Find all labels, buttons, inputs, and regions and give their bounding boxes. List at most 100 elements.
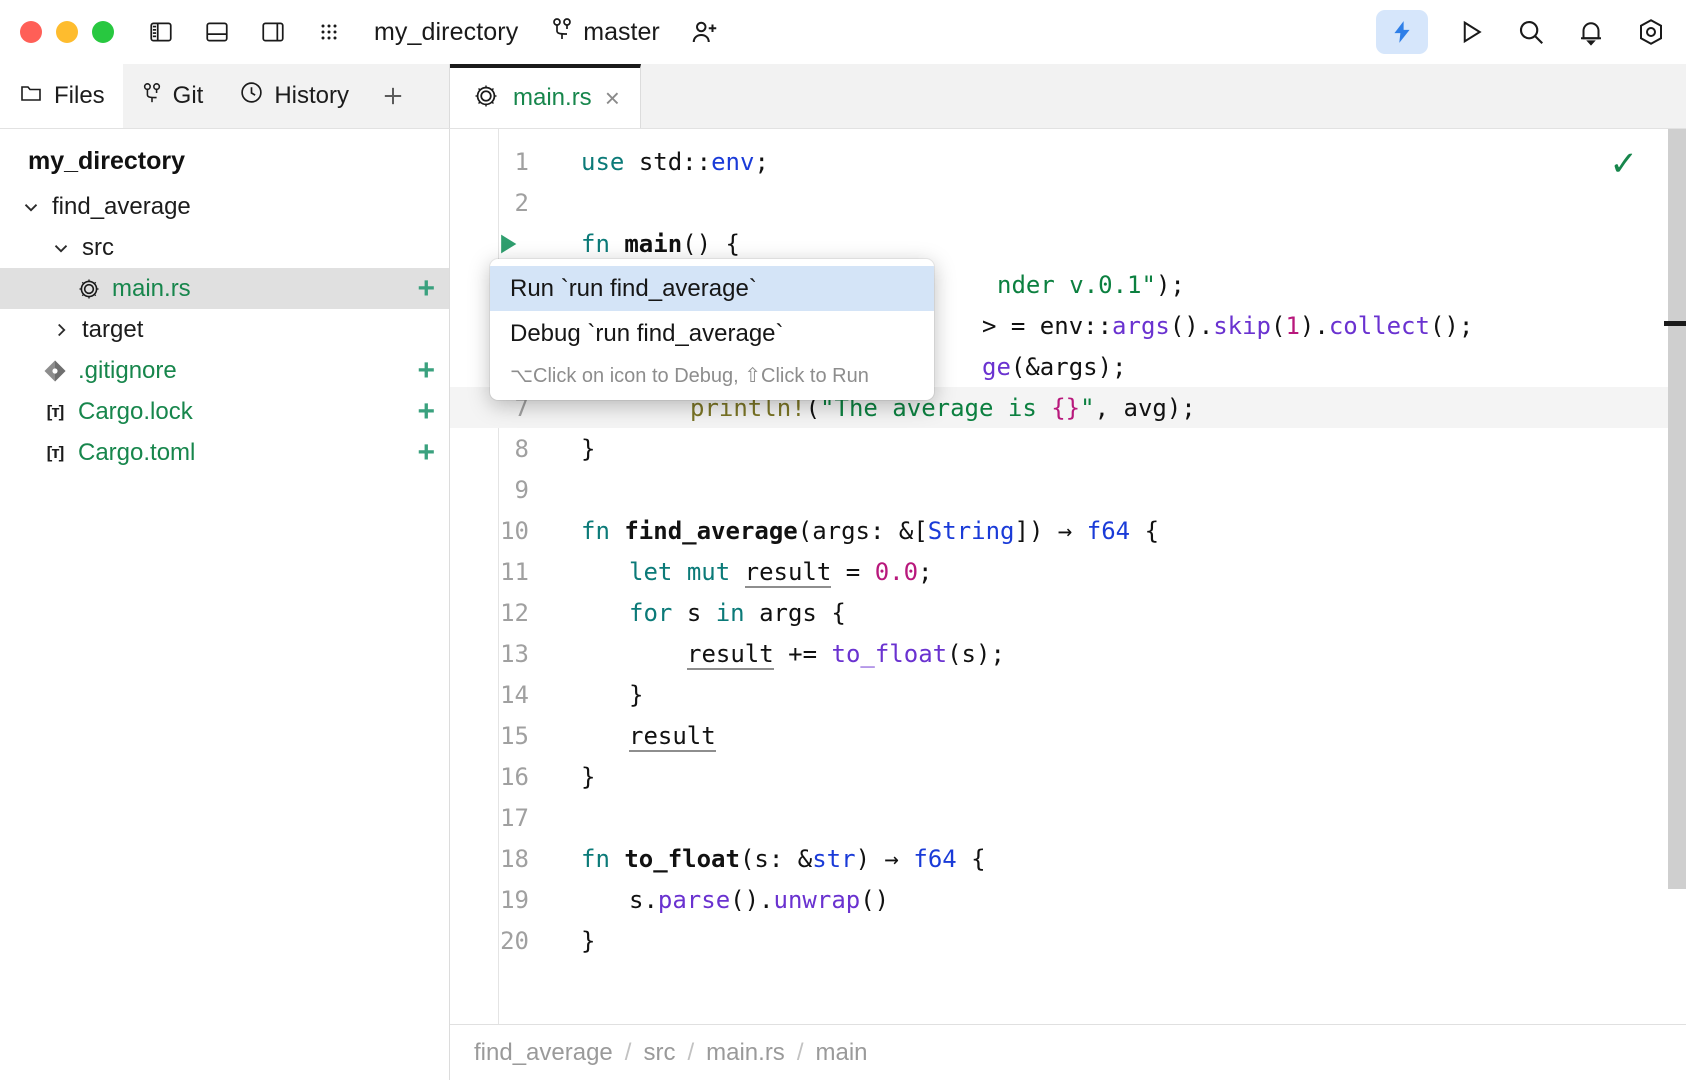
code-line[interactable]: 14 } [450,674,1686,715]
close-window-button[interactable] [20,21,42,43]
code-text: fn find_average(args: &[String]) → f64 { [545,517,1159,545]
git-branch-icon [141,80,163,113]
menu-item-run[interactable]: Run `run find_average` [490,266,934,311]
run-icon[interactable] [1454,15,1488,49]
branch-selector[interactable]: master [550,16,659,49]
tab-strip: Files Git History [0,64,1686,129]
line-number: 19 [450,886,545,914]
search-icon[interactable] [1514,15,1548,49]
run-context-menu[interactable]: Run `run find_average` Debug `run find_a… [490,259,934,400]
line-number: 2 [450,189,545,217]
scrollbar-thumb[interactable] [1668,129,1686,889]
code-text: } [545,681,643,709]
editor-tab-label: main.rs [513,84,592,112]
breadcrumb-item-2[interactable]: main.rs [706,1039,785,1067]
tree-item-cargo-lock[interactable]: [т] Cargo.lock + [0,391,449,432]
left-panel-icon[interactable] [146,17,176,47]
code-line[interactable]: 13 result += to_float(s); [450,633,1686,674]
line-number: 13 [450,640,545,668]
add-to-vcs-icon[interactable]: + [417,397,435,427]
code-line[interactable]: 2 [450,182,1686,223]
code-editor[interactable]: ✓ 1 use std::env; 2 fn main() { 4 nder v… [450,129,1686,1080]
code-lines: 1 use std::env; 2 fn main() { 4 nder v.0… [450,129,1686,961]
code-text: fn to_float(s: &str) → f64 { [545,845,986,873]
tab-git-label: Git [173,82,204,110]
run-gutter-icon[interactable] [450,230,545,258]
code-line[interactable]: 10 fn find_average(args: &[String]) → f6… [450,510,1686,551]
add-to-vcs-icon[interactable]: + [417,438,435,468]
add-to-vcs-icon[interactable]: + [417,356,435,386]
line-number: 10 [450,517,545,545]
editor-tab-main-rs[interactable]: main.rs × [450,64,641,128]
code-line[interactable]: 8 } [450,428,1686,469]
titlebar-actions [1376,0,1668,64]
breadcrumb-item-1[interactable]: src [643,1039,675,1067]
breadcrumb-item-3[interactable]: main [815,1039,867,1067]
bottom-panel-icon[interactable] [202,17,232,47]
right-panel-icon[interactable] [258,17,288,47]
clock-icon [239,80,264,112]
tree-item-src[interactable]: src [0,227,449,268]
tool-window-tabs: Files Git History [0,64,450,128]
tree-item-gitignore[interactable]: .gitignore + [0,350,449,391]
breadcrumb-item-0[interactable]: find_average [474,1039,613,1067]
code-line[interactable]: fn main() { [450,223,1686,264]
branch-name: master [583,18,659,47]
git-icon [40,357,70,385]
grid-apps-icon[interactable] [314,17,344,47]
editor-tabs: main.rs × [450,64,1686,128]
code-line[interactable]: 19 s.parse().unwrap() [450,879,1686,920]
tree-item-target[interactable]: target [0,309,449,350]
minimize-window-button[interactable] [56,21,78,43]
breadcrumb-separator: / [797,1039,804,1067]
code-line[interactable]: 9 [450,469,1686,510]
line-number: 16 [450,763,545,791]
menu-item-debug[interactable]: Debug `run find_average` [490,311,934,356]
tree-item-main-rs[interactable]: main.rs + [0,268,449,309]
code-line[interactable]: 17 [450,797,1686,838]
line-number: 9 [450,476,545,504]
code-text: } [545,927,595,955]
toml-icon: [т] [40,443,70,463]
code-line[interactable]: 16 } [450,756,1686,797]
code-text: fn main() { [545,230,740,258]
chevron-down-icon[interactable] [18,196,44,218]
line-number: 11 [450,558,545,586]
tree-item-label: Cargo.lock [78,398,193,426]
tree-item-find-average[interactable]: find_average [0,186,449,227]
code-line[interactable]: 11 let mut result = 0.0; [450,551,1686,592]
code-line[interactable]: 20 } [450,920,1686,961]
chevron-down-icon[interactable] [48,237,74,259]
close-icon[interactable]: × [605,85,620,111]
rust-icon [74,276,104,302]
breadcrumb-separator: / [625,1039,632,1067]
tab-files[interactable]: Files [0,64,123,128]
rust-icon [472,82,500,115]
git-branch-icon [550,16,574,49]
add-collaborator-icon[interactable] [690,17,720,47]
code-line[interactable]: 15 result [450,715,1686,756]
settings-gear-icon[interactable] [1634,15,1668,49]
tree-item-label: main.rs [112,275,191,303]
panel-toggle-group [146,17,344,47]
add-to-vcs-icon[interactable]: + [417,274,435,304]
tab-history[interactable]: History [221,64,367,128]
tree-item-cargo-toml[interactable]: [т] Cargo.toml + [0,432,449,473]
code-line[interactable]: 1 use std::env; [450,141,1686,182]
maximize-window-button[interactable] [92,21,114,43]
editor-scrollbar[interactable] [1668,129,1686,1080]
chevron-right-icon[interactable] [48,319,74,341]
code-line[interactable]: 12 for s in args { [450,592,1686,633]
tree-item-label: src [82,234,114,262]
line-number: 12 [450,599,545,627]
code-text: result += to_float(s); [545,640,1005,668]
add-tool-tab-button[interactable] [367,64,419,128]
window-titlebar: my_directory master [0,0,1686,64]
line-number: 1 [450,148,545,176]
bell-icon[interactable] [1574,15,1608,49]
breadcrumb-separator: / [687,1039,694,1067]
project-title[interactable]: my_directory [374,18,518,47]
tab-git[interactable]: Git [123,64,222,128]
ai-assistant-icon[interactable] [1376,10,1428,54]
code-line[interactable]: 18 fn to_float(s: &str) → f64 { [450,838,1686,879]
